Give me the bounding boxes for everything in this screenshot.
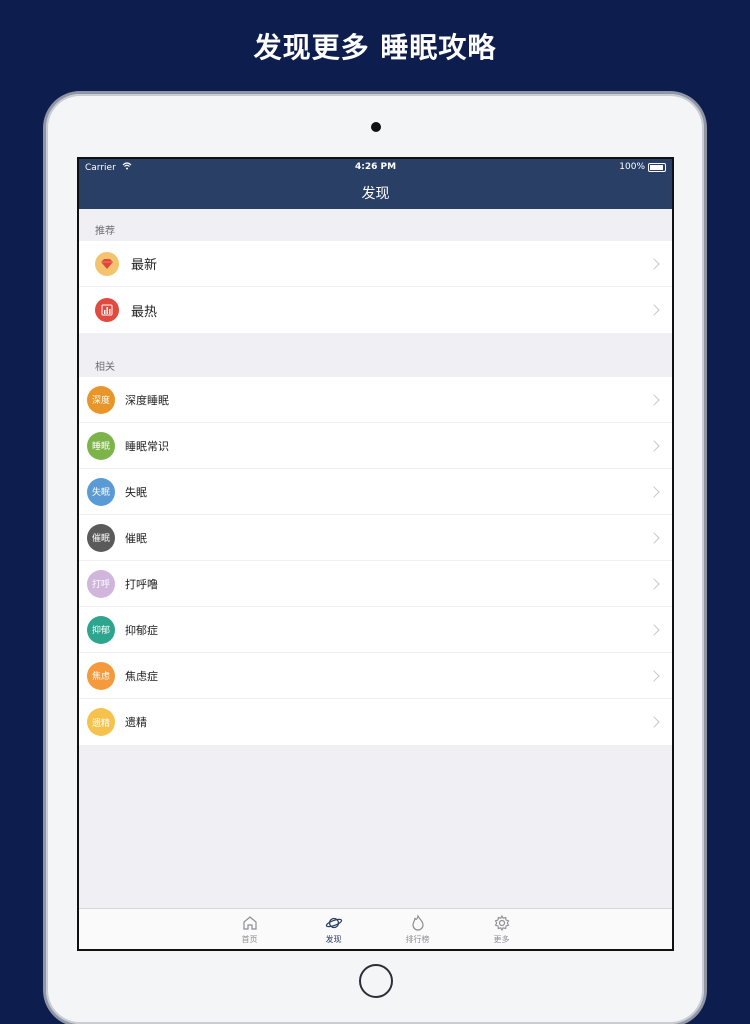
list-item-label: 催眠 bbox=[125, 531, 147, 545]
list-item-depression[interactable]: 抑郁 抑郁症 bbox=[79, 607, 672, 653]
status-battery: 100% bbox=[619, 162, 666, 172]
home-button[interactable] bbox=[359, 964, 393, 998]
tab-bar: 首页 发现 排行榜 更多 bbox=[79, 908, 672, 949]
home-icon bbox=[242, 915, 257, 930]
chevron-right-icon bbox=[648, 669, 660, 682]
section-header-related: 相关 bbox=[95, 362, 115, 373]
badge-icon: 深度 bbox=[87, 385, 115, 414]
badge-icon: 催眠 bbox=[87, 523, 115, 552]
section-header-recommend: 推荐 bbox=[95, 226, 115, 237]
tab-more[interactable]: 更多 bbox=[477, 909, 527, 949]
tab-label: 发现 bbox=[325, 934, 342, 944]
list-item-label: 最热 bbox=[131, 304, 158, 320]
list-item-hottest[interactable]: 最热 bbox=[79, 287, 672, 333]
tab-home[interactable]: 首页 bbox=[225, 909, 275, 949]
tab-ranking[interactable]: 排行榜 bbox=[393, 909, 443, 949]
tab-discover[interactable]: 发现 bbox=[309, 909, 359, 949]
list-item-snoring[interactable]: 打呼 打呼噜 bbox=[79, 561, 672, 607]
chevron-right-icon bbox=[648, 439, 660, 452]
badge-icon: 打呼 bbox=[87, 569, 115, 598]
related-group: 深度 深度睡眠 睡眠 睡眠常识 失眠 失眠 催眠 催眠 打呼 打呼噜 抑郁 抑郁… bbox=[79, 377, 672, 745]
app-screen: Carrier 4:26 PM 100% 发现 推荐 最新 最热 相关 深度 深… bbox=[77, 157, 674, 951]
list-item-insomnia[interactable]: 失眠 失眠 bbox=[79, 469, 672, 515]
badge-icon: 睡眠 bbox=[87, 431, 115, 460]
chevron-right-icon bbox=[648, 531, 660, 544]
gear-icon bbox=[494, 914, 509, 931]
list-item-sleep-knowledge[interactable]: 睡眠 睡眠常识 bbox=[79, 423, 672, 469]
planet-icon bbox=[325, 917, 342, 928]
list-item-label: 焦虑症 bbox=[125, 669, 158, 683]
gem-icon bbox=[95, 251, 119, 276]
tablet-frame: Carrier 4:26 PM 100% 发现 推荐 最新 最热 相关 深度 深… bbox=[46, 94, 704, 1024]
list-item-label: 最新 bbox=[131, 258, 158, 273]
chevron-right-icon bbox=[648, 393, 660, 406]
list-item-label: 深度睡眠 bbox=[125, 393, 169, 407]
chevron-right-icon bbox=[648, 304, 660, 316]
battery-icon bbox=[648, 162, 666, 172]
chevron-right-icon bbox=[648, 257, 660, 270]
navigation-bar: Carrier 4:26 PM 100% 发现 bbox=[79, 159, 672, 209]
list-item-label: 睡眠常识 bbox=[125, 439, 169, 453]
badge-icon: 抑郁 bbox=[87, 615, 115, 644]
battery-percent: 100% bbox=[619, 162, 645, 172]
tab-label: 首页 bbox=[241, 934, 258, 944]
badge-icon: 焦虑 bbox=[87, 661, 115, 690]
tab-label: 排行榜 bbox=[405, 934, 430, 944]
chevron-right-icon bbox=[648, 623, 660, 636]
chevron-right-icon bbox=[648, 716, 660, 728]
list-item-label: 遗精 bbox=[125, 716, 147, 729]
badge-icon: 失眠 bbox=[87, 477, 115, 506]
chevron-right-icon bbox=[648, 577, 660, 590]
list-item-anxiety[interactable]: 焦虑 焦虑症 bbox=[79, 653, 672, 699]
discover-list: 推荐 最新 最热 相关 深度 深度睡眠 睡眠 睡眠常识 失眠 失眠 催眠 催眠 … bbox=[79, 209, 672, 909]
headline: 发现更多 睡眠攻略 bbox=[253, 31, 497, 64]
bar-chart-icon bbox=[95, 298, 119, 322]
list-item-label: 失眠 bbox=[125, 485, 147, 499]
tab-label: 更多 bbox=[493, 934, 510, 944]
page-title: 发现 bbox=[361, 186, 390, 202]
flame-icon bbox=[411, 913, 424, 931]
badge-icon: 遗精 bbox=[87, 708, 115, 736]
list-item-hypnosis[interactable]: 催眠 催眠 bbox=[79, 515, 672, 561]
status-time: 4:26 PM bbox=[354, 162, 397, 172]
chevron-right-icon bbox=[648, 485, 660, 498]
camera-icon bbox=[371, 122, 381, 132]
list-item-deep-sleep[interactable]: 深度 深度睡眠 bbox=[79, 377, 672, 423]
recommend-group: 最新 最热 bbox=[79, 241, 672, 333]
list-item-nocturnal-emission[interactable]: 遗精 遗精 bbox=[79, 699, 672, 745]
list-item-newest[interactable]: 最新 bbox=[79, 241, 672, 287]
list-item-label: 抑郁症 bbox=[125, 623, 158, 637]
list-item-label: 打呼噜 bbox=[125, 577, 158, 591]
